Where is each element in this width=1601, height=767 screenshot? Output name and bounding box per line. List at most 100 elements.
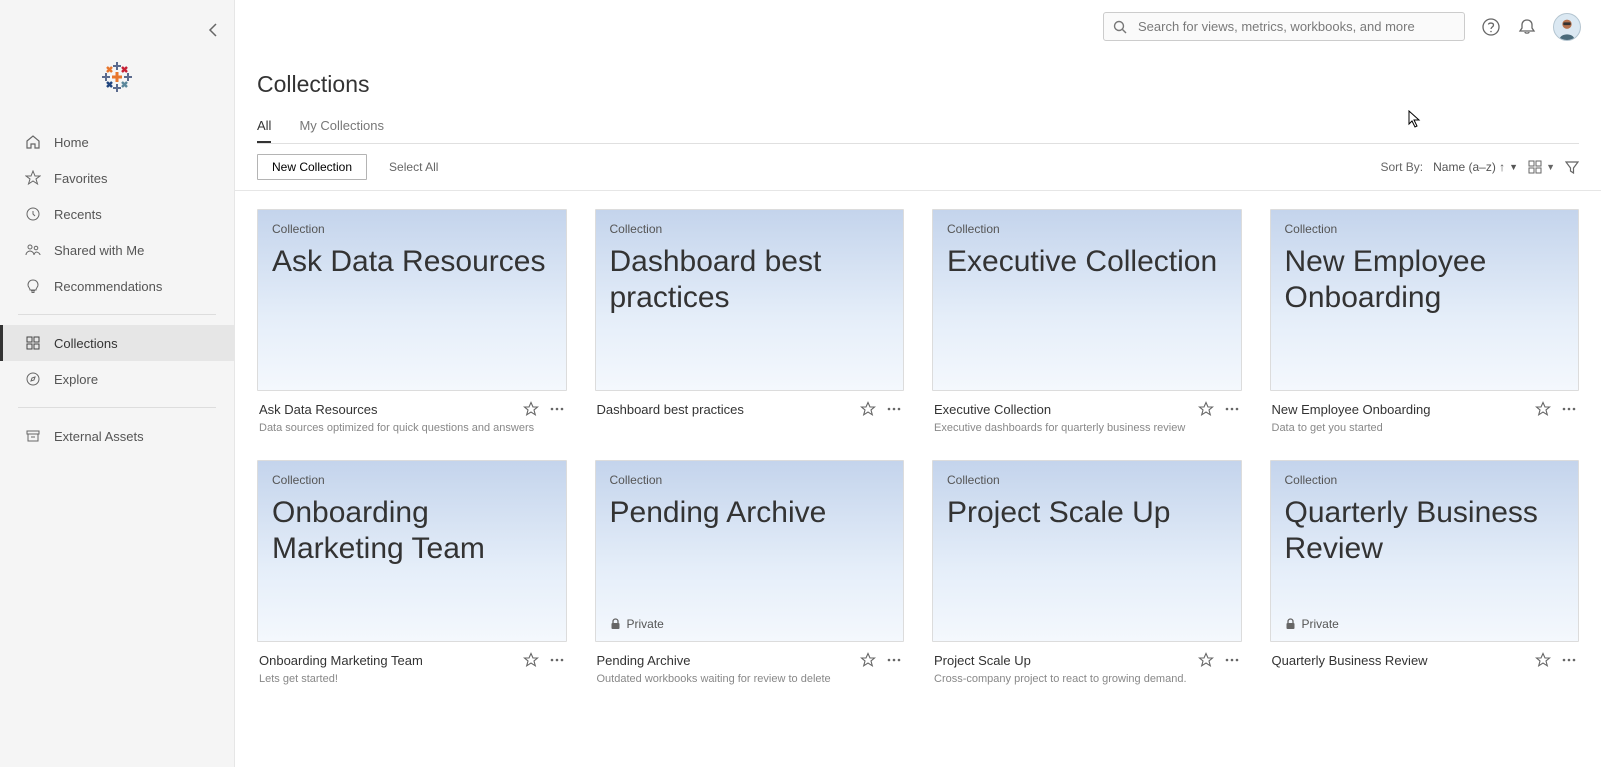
card-hero[interactable]: Collection Project Scale Up [932, 460, 1242, 642]
favorite-button[interactable] [860, 652, 876, 668]
search-input[interactable] [1103, 12, 1465, 41]
card-title-link[interactable]: Executive Collection [934, 402, 1190, 417]
view-toggle[interactable]: ▼ [1528, 160, 1555, 174]
nav-home[interactable]: Home [0, 124, 234, 160]
star-icon [860, 652, 876, 668]
card-title: Executive Collection [947, 244, 1227, 280]
more-actions-button[interactable] [549, 401, 565, 417]
card-meta: Quarterly Business Review [1270, 642, 1580, 672]
nav-external-assets[interactable]: External Assets [0, 418, 234, 454]
more-actions-button[interactable] [1224, 652, 1240, 668]
search-icon [1113, 20, 1127, 34]
user-avatar[interactable] [1553, 13, 1581, 41]
card-description: Executive dashboards for quarterly busin… [932, 421, 1242, 436]
select-all-button[interactable]: Select All [389, 160, 438, 174]
nav-label: Recents [54, 207, 102, 222]
star-icon [523, 401, 539, 417]
card-hero[interactable]: CollectionExecutive Collection [932, 209, 1242, 391]
favorite-button[interactable] [1198, 652, 1214, 668]
tab-my-collections[interactable]: My Collections [299, 118, 384, 143]
more-icon [549, 401, 565, 417]
more-icon [886, 401, 902, 417]
card-hero[interactable]: Collection New Employee Onboarding [1270, 209, 1580, 391]
star-icon [1535, 401, 1551, 417]
card-title: Onboarding Marketing Team [272, 495, 552, 567]
compass-icon [24, 370, 42, 388]
card-title-link[interactable]: New Employee Onboarding [1272, 402, 1528, 417]
search-wrap [1103, 12, 1465, 41]
card-meta: Pending Archive [595, 642, 905, 672]
nav-collections[interactable]: Collections [0, 325, 234, 361]
card-description: Cross-company project to react to growin… [932, 672, 1242, 687]
more-actions-button[interactable] [886, 652, 902, 668]
sort-select[interactable]: Name (a–z) ↑ ▼ [1433, 160, 1518, 174]
card-meta: Onboarding Marketing Team [257, 642, 567, 672]
card-actions [1535, 652, 1577, 668]
card-meta: New Employee Onboarding [1270, 391, 1580, 421]
more-icon [1224, 652, 1240, 668]
nav-recents[interactable]: Recents [0, 196, 234, 232]
card-type-label: Collection [610, 222, 890, 236]
favorite-button[interactable] [523, 401, 539, 417]
card-title-link[interactable]: Quarterly Business Review [1272, 653, 1528, 668]
card-description: Data to get you started [1270, 421, 1580, 436]
filter-button[interactable] [1565, 160, 1579, 174]
card-title-link[interactable]: Dashboard best practices [597, 402, 853, 417]
card-meta: Project Scale Up [932, 642, 1242, 672]
nav-label: Explore [54, 372, 98, 387]
help-button[interactable] [1481, 17, 1501, 37]
toolbar: New Collection Select All Sort By: Name … [235, 144, 1601, 191]
card-title-link[interactable]: Project Scale Up [934, 653, 1190, 668]
new-collection-button[interactable]: New Collection [257, 154, 367, 180]
star-icon [1535, 652, 1551, 668]
more-actions-button[interactable] [886, 401, 902, 417]
card-title-link[interactable]: Onboarding Marketing Team [259, 653, 515, 668]
card-type-label: Collection [1285, 473, 1565, 487]
favorite-button[interactable] [1198, 401, 1214, 417]
clock-icon [24, 205, 42, 223]
more-actions-button[interactable] [1561, 652, 1577, 668]
favorite-button[interactable] [860, 401, 876, 417]
lock-icon [610, 618, 621, 630]
nav-divider [18, 314, 216, 315]
card-type-label: Collection [1285, 222, 1565, 236]
toolbar-right: Sort By: Name (a–z) ↑ ▼ ▼ [1380, 160, 1579, 174]
more-actions-button[interactable] [1561, 401, 1577, 417]
card-actions [860, 652, 902, 668]
card-title: New Employee Onboarding [1285, 244, 1565, 316]
card-hero[interactable]: CollectionDashboard best practices [595, 209, 905, 391]
nav-label: Collections [54, 336, 118, 351]
nav-label: Recommendations [54, 279, 162, 294]
card-title-link[interactable]: Ask Data Resources [259, 402, 515, 417]
content[interactable]: CollectionAsk Data Resources Ask Data Res… [235, 191, 1601, 767]
nav-divider [18, 407, 216, 408]
more-icon [1561, 652, 1577, 668]
more-actions-button[interactable] [1224, 401, 1240, 417]
card-hero[interactable]: CollectionQuarterly Business ReviewPriva… [1270, 460, 1580, 642]
favorite-button[interactable] [1535, 401, 1551, 417]
favorite-button[interactable] [523, 652, 539, 668]
notifications-button[interactable] [1517, 17, 1537, 37]
favorite-button[interactable] [1535, 652, 1551, 668]
nav-explore[interactable]: Explore [0, 361, 234, 397]
star-icon [523, 652, 539, 668]
tab-all[interactable]: All [257, 118, 271, 143]
card-meta: Ask Data Resources [257, 391, 567, 421]
home-icon [24, 133, 42, 151]
card-actions [1198, 401, 1240, 417]
sidebar-collapse-button[interactable] [208, 22, 218, 38]
nav-recommendations[interactable]: Recommendations [0, 268, 234, 304]
topbar [235, 0, 1601, 41]
star-icon [1198, 652, 1214, 668]
card-title: Project Scale Up [947, 495, 1227, 531]
card-hero[interactable]: CollectionAsk Data Resources [257, 209, 567, 391]
card-hero[interactable]: CollectionPending ArchivePrivate [595, 460, 905, 642]
card-hero[interactable]: CollectionOnboarding Marketing Team [257, 460, 567, 642]
private-badge: Private [1285, 617, 1339, 631]
nav-shared[interactable]: Shared with Me [0, 232, 234, 268]
card-title-link[interactable]: Pending Archive [597, 653, 853, 668]
more-actions-button[interactable] [549, 652, 565, 668]
card-type-label: Collection [947, 473, 1227, 487]
nav-favorites[interactable]: Favorites [0, 160, 234, 196]
collection-grid: CollectionAsk Data Resources Ask Data Res… [257, 209, 1579, 688]
